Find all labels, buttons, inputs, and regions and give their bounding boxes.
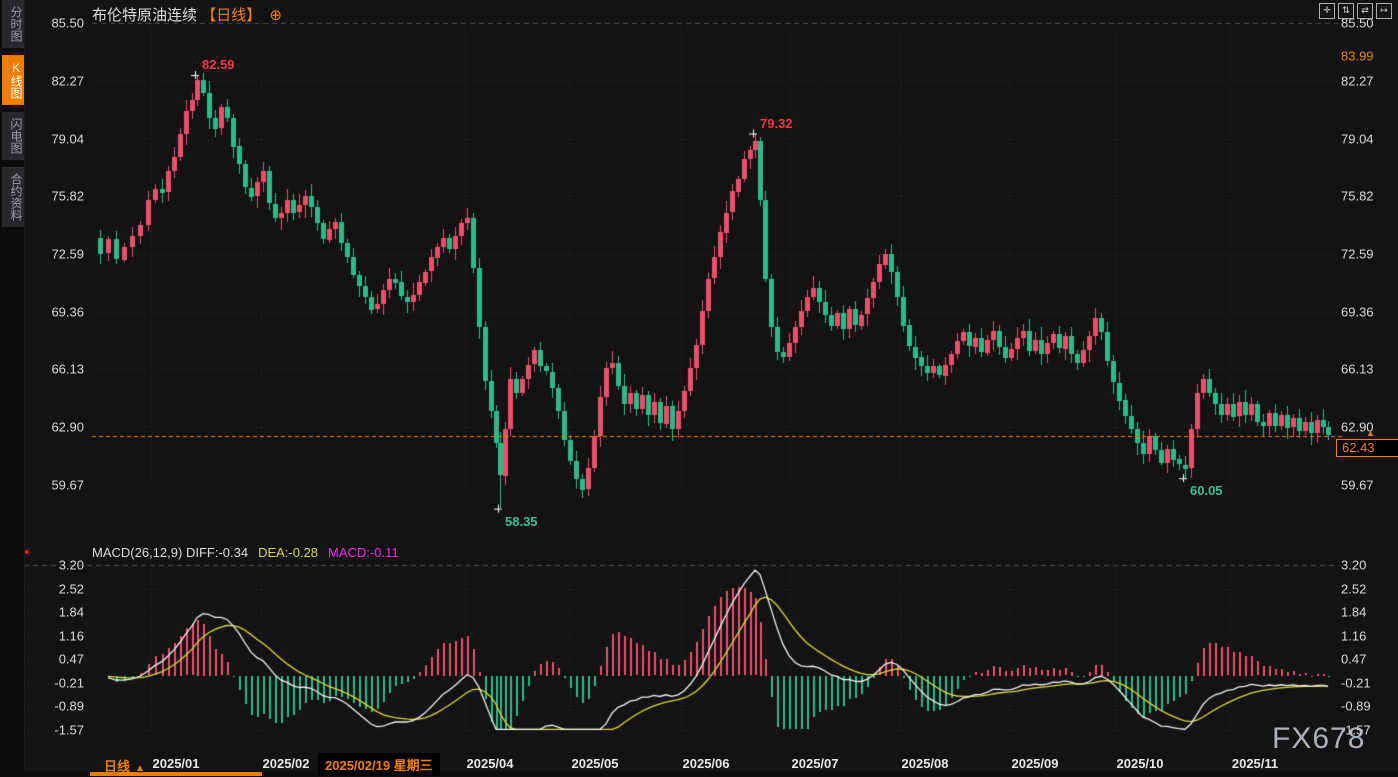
last-price-badge: 62.43 — [1336, 439, 1398, 457]
sidebar: 分时图 K线图闪电图合约资料 — [0, 0, 25, 777]
axis-tick-label: 0.47 — [1341, 652, 1366, 667]
macd-indicator-labels: MACD(26,12,9) DIFF:-0.34 DEA:-0.28 MACD:-0… — [92, 545, 399, 560]
low-price-annotation: 60.05 — [1190, 483, 1223, 498]
x-axis-month-label: 2025/08 — [902, 756, 949, 771]
instrument-name: 布伦特原油连续 — [92, 7, 197, 24]
period-tag[interactable]: 【日线】 — [201, 7, 261, 24]
axis-tick-label: 1.16 — [22, 628, 84, 643]
axis-tick-label: 82.27 — [22, 73, 84, 88]
high-price-annotation: 82.59 — [202, 57, 235, 72]
macd-name-label: MACD(26,12,9) DIFF:-0.34 — [92, 545, 248, 560]
price-macd-canvas[interactable] — [0, 0, 1398, 777]
high-price-annotation: 79.32 — [760, 116, 793, 131]
axis-tick-label: 2.52 — [1341, 581, 1366, 596]
macd-value-label: MACD:-0.11 — [328, 545, 399, 560]
axis-tick-label: 85.50 — [22, 16, 84, 31]
axis-tick-label: 3.20 — [1341, 558, 1366, 573]
chevron-up-icon: ▲ — [135, 763, 145, 774]
axis-tick-label: 2.52 — [22, 581, 84, 596]
low-price-annotation: 58.35 — [505, 514, 538, 529]
axis-tick-label: 79.04 — [22, 131, 84, 146]
x-axis-month-label: 2025/04 — [467, 756, 514, 771]
axis-tick-label: -0.89 — [1341, 699, 1371, 714]
axis-tick-label: 66.13 — [1341, 362, 1374, 377]
axis-tick-label: 66.13 — [22, 362, 84, 377]
axis-tick-label: 72.59 — [1341, 246, 1374, 261]
x-axis-month-label: 2025/05 — [572, 756, 619, 771]
add-indicator-icon[interactable]: ⊕ — [269, 7, 282, 24]
axis-tick-label: -1.57 — [22, 723, 84, 738]
axis-tick-label: 1.16 — [1341, 628, 1366, 643]
x-axis-month-label: 2025/06 — [683, 756, 730, 771]
sidebar-tab-item[interactable]: 合约资料 — [2, 167, 24, 227]
chart-scrollbar-track[interactable] — [24, 771, 1398, 777]
crosshair-date-tooltip: 2025/02/19 星期三 — [318, 753, 440, 776]
x-axis-month-label: 2025/09 — [1012, 756, 1059, 771]
watermark: FX678 — [1272, 722, 1365, 756]
axis-tick-label: 0.47 — [22, 652, 84, 667]
period-selector[interactable]: 日线 ▲ — [104, 756, 145, 775]
pan-icon[interactable]: ✛ — [1319, 3, 1335, 19]
axis-tick-label: 1.84 — [1341, 605, 1366, 620]
sidebar-tab-item[interactable]: 分时图 — [2, 0, 24, 48]
axis-tick-label: 72.59 — [22, 246, 84, 261]
axis-tick-label: -0.89 — [22, 699, 84, 714]
high-price-marker: 83.99 — [1341, 49, 1374, 64]
last-price-arrow-icon: ▲ — [1366, 428, 1375, 438]
axis-tick-label: 1.84 — [22, 605, 84, 620]
x-axis-month-label: 2025/02 — [263, 756, 310, 771]
axis-tick-label: 75.82 — [1341, 189, 1374, 204]
x-axis-month-label: 2025/07 — [792, 756, 839, 771]
reset-view-icon[interactable]: ↦ — [1376, 3, 1392, 19]
fit-vertical-icon[interactable]: ⇅ — [1338, 3, 1354, 19]
axis-tick-label: 82.27 — [1341, 73, 1374, 88]
axis-tick-label: 69.36 — [22, 304, 84, 319]
axis-tick-label: -0.21 — [22, 675, 84, 690]
axis-tick-label: 59.67 — [1341, 478, 1374, 493]
axis-tick-label: 75.82 — [22, 189, 84, 204]
axis-tick-label: 59.67 — [22, 478, 84, 493]
axis-tick-label: -0.21 — [1341, 675, 1371, 690]
axis-tick-label: 69.36 — [1341, 304, 1374, 319]
sidebar-tab-active[interactable]: K线图 — [2, 55, 24, 105]
axis-tick-label: 79.04 — [1341, 131, 1374, 146]
chart-title-bar: 布伦特原油连续 【日线】 ⊕ — [92, 4, 282, 25]
chart-toolbar: ✛⇅⇄↦ — [1319, 3, 1392, 19]
x-axis-month-label: 2025/11 — [1232, 756, 1278, 771]
x-axis-month-label: 2025/01 — [153, 756, 200, 771]
macd-dea-label: DEA:-0.28 — [258, 545, 318, 560]
axis-tick-label: 62.90 — [22, 420, 84, 435]
fit-horizontal-icon[interactable]: ⇄ — [1357, 3, 1373, 19]
period-label: 日线 — [104, 759, 130, 774]
x-axis-month-label: 2025/10 — [1117, 756, 1164, 771]
chart-app: 分时图 K线图闪电图合约资料 布伦特原油连续 【日线】 ⊕ ✛⇅⇄↦ 85.50 8… — [0, 0, 1398, 777]
sidebar-tab-item[interactable]: 闪电图 — [2, 112, 24, 160]
